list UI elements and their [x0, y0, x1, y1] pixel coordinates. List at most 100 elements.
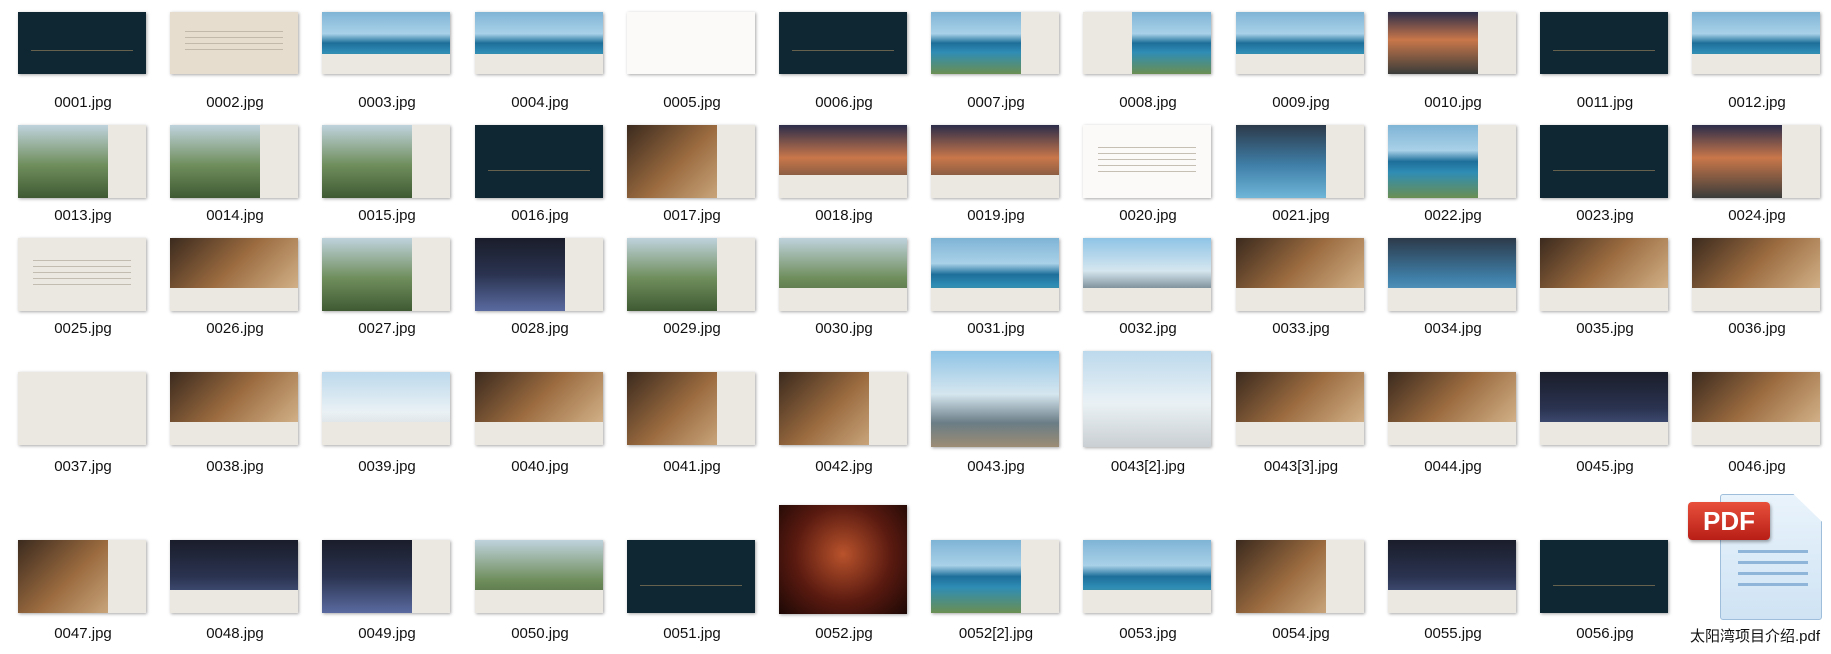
file-thumbnail[interactable] [779, 372, 907, 445]
file-label[interactable]: 0004.jpg [475, 94, 605, 111]
file-label[interactable]: 0049.jpg [322, 625, 452, 642]
file-thumbnail[interactable] [170, 238, 298, 311]
file-thumbnail[interactable] [170, 372, 298, 445]
file-thumbnail[interactable] [931, 238, 1059, 311]
pdf-file-icon[interactable]: PDF [1686, 488, 1830, 622]
file-label[interactable]: 0021.jpg [1236, 207, 1366, 224]
file-thumbnail[interactable] [170, 125, 298, 198]
file-thumbnail[interactable] [627, 540, 755, 613]
file-thumbnail[interactable] [1236, 540, 1364, 613]
file-label[interactable]: 0041.jpg [627, 458, 757, 475]
file-thumbnail[interactable] [1236, 238, 1364, 311]
file-thumbnail[interactable] [322, 540, 450, 613]
file-thumbnail[interactable] [931, 125, 1059, 198]
file-thumbnail[interactable] [1236, 372, 1364, 445]
file-label[interactable]: 0028.jpg [475, 320, 605, 337]
file-thumbnail[interactable] [779, 238, 907, 311]
file-label[interactable]: 0018.jpg [779, 207, 909, 224]
file-label[interactable]: 0046.jpg [1692, 458, 1822, 475]
file-thumbnail[interactable] [475, 372, 603, 445]
file-label[interactable]: 0047.jpg [18, 625, 148, 642]
file-label[interactable]: 0020.jpg [1083, 207, 1213, 224]
file-thumbnail[interactable] [18, 372, 146, 445]
file-thumbnail[interactable] [1388, 238, 1516, 311]
file-thumbnail[interactable] [1388, 540, 1516, 613]
file-label[interactable]: 0011.jpg [1540, 94, 1670, 111]
file-label[interactable]: 0025.jpg [18, 320, 148, 337]
file-label[interactable]: 0014.jpg [170, 207, 300, 224]
file-label[interactable]: 0016.jpg [475, 207, 605, 224]
file-label[interactable]: 0051.jpg [627, 625, 757, 642]
file-label[interactable]: 0015.jpg [322, 207, 452, 224]
file-thumbnail[interactable] [1692, 238, 1820, 311]
file-thumbnail[interactable] [931, 351, 1059, 447]
file-thumbnail[interactable] [627, 125, 755, 198]
file-thumbnail[interactable] [1540, 238, 1668, 311]
file-label[interactable]: 0001.jpg [18, 94, 148, 111]
file-thumbnail[interactable] [1388, 125, 1516, 198]
file-label[interactable]: 0044.jpg [1388, 458, 1518, 475]
file-label[interactable]: 0009.jpg [1236, 94, 1366, 111]
file-thumbnail[interactable] [1236, 12, 1364, 74]
file-thumbnail[interactable] [170, 12, 298, 74]
file-label[interactable]: 0035.jpg [1540, 320, 1670, 337]
file-label[interactable]: 0022.jpg [1388, 207, 1518, 224]
file-thumbnail[interactable] [322, 238, 450, 311]
file-label[interactable]: 0007.jpg [931, 94, 1061, 111]
file-thumbnail[interactable] [1388, 372, 1516, 445]
file-thumbnail[interactable] [322, 12, 450, 74]
file-label[interactable]: 0013.jpg [18, 207, 148, 224]
file-label[interactable]: 0055.jpg [1388, 625, 1518, 642]
file-label[interactable]: 0027.jpg [322, 320, 452, 337]
file-label[interactable]: 0002.jpg [170, 94, 300, 111]
file-label[interactable]: 0043.jpg [931, 458, 1061, 475]
file-thumbnail[interactable] [1540, 125, 1668, 198]
file-label[interactable]: 0038.jpg [170, 458, 300, 475]
file-label[interactable]: 0034.jpg [1388, 320, 1518, 337]
file-label[interactable]: 0040.jpg [475, 458, 605, 475]
file-label[interactable]: 0010.jpg [1388, 94, 1518, 111]
file-label[interactable]: 0052.jpg [779, 625, 909, 642]
file-label[interactable]: 0008.jpg [1083, 94, 1213, 111]
file-label[interactable]: 0043[3].jpg [1236, 458, 1366, 475]
file-label[interactable]: 0017.jpg [627, 207, 757, 224]
file-label[interactable]: 0054.jpg [1236, 625, 1366, 642]
file-thumbnail[interactable] [170, 540, 298, 613]
file-label[interactable]: 0030.jpg [779, 320, 909, 337]
file-label[interactable]: 0003.jpg [322, 94, 452, 111]
file-thumbnail[interactable] [931, 12, 1059, 74]
file-thumbnail[interactable] [627, 12, 755, 74]
file-label[interactable]: 0031.jpg [931, 320, 1061, 337]
file-label[interactable]: 0043[2].jpg [1083, 458, 1213, 475]
file-label[interactable]: 0045.jpg [1540, 458, 1670, 475]
file-thumbnail[interactable] [1083, 238, 1211, 311]
file-thumbnail[interactable] [779, 505, 907, 614]
file-label[interactable]: 0042.jpg [779, 458, 909, 475]
file-thumbnail[interactable] [18, 12, 146, 74]
file-thumbnail[interactable] [475, 125, 603, 198]
file-label[interactable]: 0050.jpg [475, 625, 605, 642]
file-label[interactable]: 0032.jpg [1083, 320, 1213, 337]
file-thumbnail[interactable] [322, 372, 450, 445]
file-thumbnail[interactable] [779, 125, 907, 198]
file-label[interactable]: 0012.jpg [1692, 94, 1822, 111]
file-thumbnail[interactable] [18, 125, 146, 198]
file-thumbnail[interactable] [322, 125, 450, 198]
file-thumbnail[interactable] [1083, 125, 1211, 198]
file-label-pdf[interactable]: 太阳湾项目介绍.pdf [1679, 625, 1831, 646]
file-label[interactable]: 0033.jpg [1236, 320, 1366, 337]
file-label[interactable]: 0005.jpg [627, 94, 757, 111]
file-thumbnail[interactable] [1388, 12, 1516, 74]
file-thumbnail[interactable] [1236, 125, 1364, 198]
file-thumbnail[interactable] [1692, 12, 1820, 74]
file-thumbnail[interactable] [18, 540, 146, 613]
file-thumbnail[interactable] [627, 372, 755, 445]
file-thumbnail[interactable] [1692, 125, 1820, 198]
file-label[interactable]: 0029.jpg [627, 320, 757, 337]
file-thumbnail[interactable] [1083, 540, 1211, 613]
file-label[interactable]: 0048.jpg [170, 625, 300, 642]
file-label[interactable]: 0053.jpg [1083, 625, 1213, 642]
file-thumbnail[interactable] [1083, 12, 1211, 74]
file-label[interactable]: 0052[2].jpg [931, 625, 1061, 642]
file-label[interactable]: 0024.jpg [1692, 207, 1822, 224]
